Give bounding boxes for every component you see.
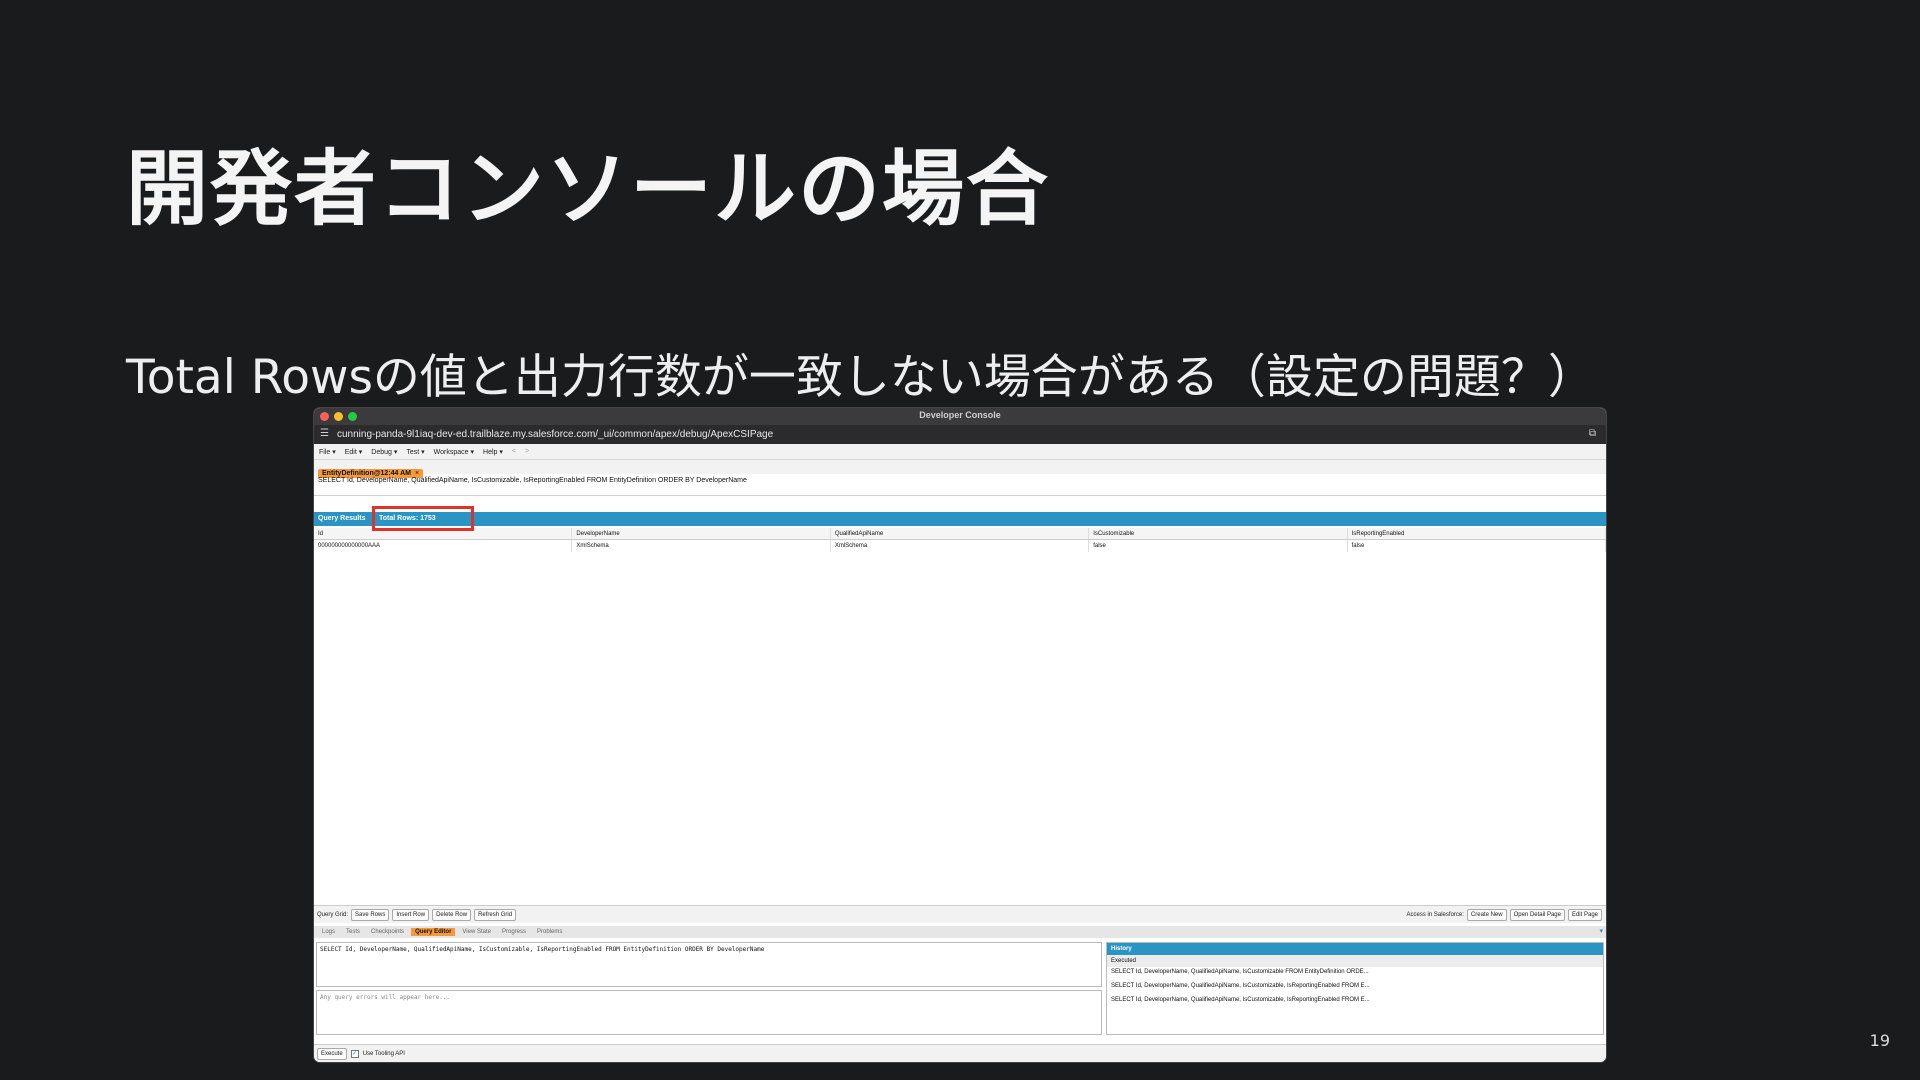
table-cell[interactable]: false (1089, 540, 1348, 552)
results-grid-empty-area (314, 552, 1606, 912)
execute-bar: Execute ✓ Use Tooling API (314, 1044, 1606, 1062)
menu-file[interactable]: File ▾ (319, 448, 336, 456)
column-header-isreportingenabled[interactable]: IsReportingEnabled (1348, 528, 1606, 539)
menu-bar: File ▾ Edit ▾ Debug ▾ Test ▾ Workspace ▾… (314, 444, 1606, 460)
column-header-developername[interactable]: DeveloperName (572, 528, 831, 539)
query-results-title: Query Results (318, 515, 366, 522)
tab-checkpoints[interactable]: Checkpoints (367, 928, 408, 936)
history-item[interactable]: SELECT Id, DeveloperName, QualifiedApiNa… (1107, 981, 1603, 995)
menu-debug[interactable]: Debug ▾ (371, 448, 397, 456)
table-cell[interactable]: XmlSchema (831, 540, 1090, 552)
open-detail-page-button[interactable]: Open Detail Page (1509, 908, 1565, 921)
table-cell[interactable]: XmlSchema (572, 540, 831, 552)
menu-edit[interactable]: Edit ▾ (345, 448, 363, 456)
column-header-qualifiedapiname[interactable]: QualifiedApiName (831, 528, 1090, 539)
forward-button[interactable]: > (525, 448, 529, 455)
tab-view-state[interactable]: View State (458, 928, 495, 936)
executed-query-text: SELECT Id, DeveloperName, QualifiedApiNa… (314, 474, 1606, 496)
save-rows-button[interactable]: Save Rows (351, 908, 390, 921)
tab-progress[interactable]: Progress (498, 928, 530, 936)
close-tab-icon[interactable]: × (415, 470, 419, 477)
file-tab-bar: EntityDefinition@12:44 AM × (314, 460, 1606, 478)
column-header-iscustomizable[interactable]: IsCustomizable (1089, 528, 1348, 539)
total-rows-highlight-box (372, 506, 474, 531)
menu-help[interactable]: Help ▾ (483, 448, 503, 456)
create-new-button[interactable]: Create New (1466, 908, 1507, 921)
tab-problems[interactable]: Problems (533, 928, 566, 936)
query-grid-label: Query Grid: (317, 911, 349, 918)
query-editor-input[interactable]: SELECT Id, DeveloperName, QualifiedApiNa… (316, 942, 1102, 987)
history-item[interactable]: SELECT Id, DeveloperName, QualifiedApiNa… (1107, 967, 1603, 981)
url-bar: ☰ cunning-panda-9l1iaq-dev-ed.trailblaze… (314, 425, 1606, 444)
window-titlebar: Developer Console (314, 408, 1606, 425)
site-settings-icon[interactable]: ☰ (320, 428, 329, 439)
file-tab-label: EntityDefinition@12:44 AM (322, 470, 412, 477)
tab-logs[interactable]: Logs (318, 928, 339, 936)
edit-page-button[interactable]: Edit Page (1567, 908, 1602, 921)
developer-console-window: Developer Console ☰ cunning-panda-9l1iaq… (314, 408, 1606, 1062)
insert-row-button[interactable]: Insert Row (392, 908, 430, 921)
history-title: History (1107, 943, 1603, 955)
query-grid-toolbar: Query Grid: Save Rows Insert Row Delete … (314, 905, 1606, 923)
history-item[interactable]: SELECT Id, DeveloperName, QualifiedApiNa… (1107, 995, 1603, 1009)
query-errors-area: Any query errors will appear here... (316, 990, 1102, 1035)
use-tooling-api-checkbox[interactable]: ✓ (350, 1049, 359, 1058)
translate-icon[interactable]: ⧉ (1589, 428, 1596, 439)
table-row[interactable]: 000000000000000AAA XmlSchema XmlSchema f… (314, 540, 1606, 552)
execute-button[interactable]: Execute (317, 1047, 347, 1060)
menu-test[interactable]: Test ▾ (406, 448, 424, 456)
window-title: Developer Console (919, 410, 1001, 420)
table-cell[interactable]: 000000000000000AAA (314, 540, 573, 552)
page-number: 19 (1869, 1031, 1890, 1050)
table-cell[interactable]: false (1348, 540, 1606, 552)
menu-workspace[interactable]: Workspace ▾ (434, 448, 474, 456)
refresh-grid-button[interactable]: Refresh Grid (474, 908, 517, 921)
history-panel: History Executed SELECT Id, DeveloperNam… (1106, 942, 1604, 1035)
tab-query-editor[interactable]: Query Editor (411, 928, 456, 936)
collapse-panel-icon[interactable]: ▾ (1599, 927, 1603, 935)
slide-title: 開発者コンソールの場合 (126, 142, 1051, 237)
delete-row-button[interactable]: Delete Row (432, 908, 472, 921)
back-button[interactable]: < (512, 448, 516, 455)
tab-tests[interactable]: Tests (342, 928, 364, 936)
url-text[interactable]: cunning-panda-9l1iaq-dev-ed.trailblaze.m… (337, 429, 773, 440)
history-executed-header: Executed (1107, 955, 1603, 967)
access-in-salesforce-label: Access in Salesforce: (1406, 911, 1464, 918)
use-tooling-api-label: Use Tooling API (362, 1050, 405, 1057)
bottom-panel-tabs: Logs Tests Checkpoints Query Editor View… (314, 926, 1606, 938)
slide-subtitle: Total Rowsの値と出力行数が一致しない場合がある（設定の問題？） (126, 350, 1595, 405)
query-results-header: Query Results Total Rows: 1753 (314, 512, 1606, 526)
results-grid-header: Id DeveloperName QualifiedApiName IsCust… (314, 528, 1606, 540)
